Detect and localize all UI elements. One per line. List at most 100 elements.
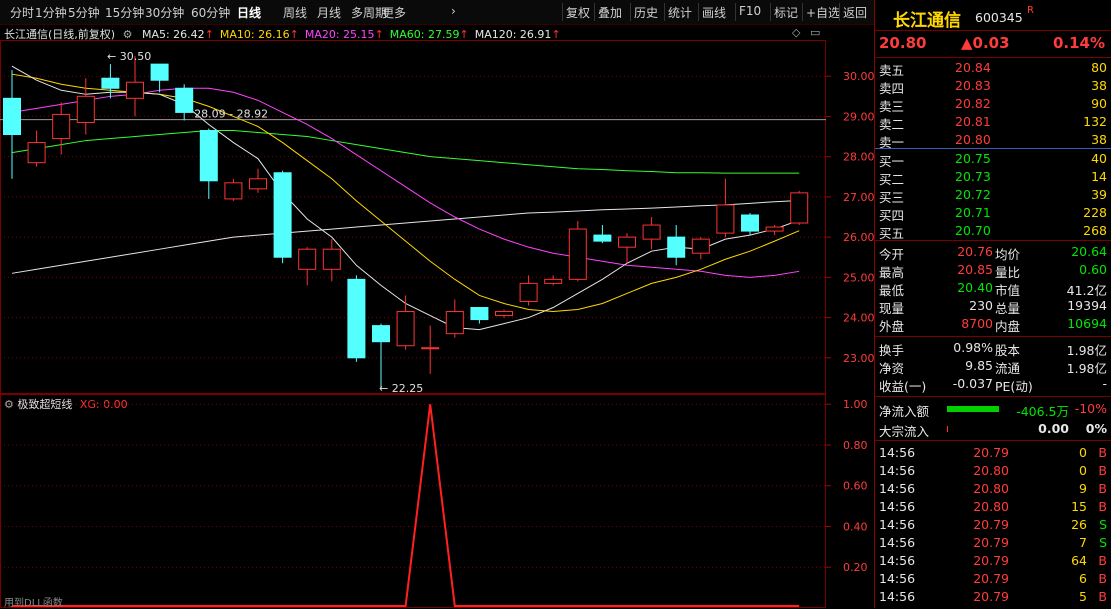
tick-time: 14:56 (879, 499, 916, 514)
stats-row: 今开 20.76 均价 20.64 (875, 243, 1111, 262)
bid-volume: 14 (1091, 169, 1107, 184)
toolbar-button-6[interactable]: 标记 (774, 4, 798, 21)
flow-label: 净流入额 (879, 404, 930, 419)
toolbar-divider (562, 3, 563, 21)
dll-footer: 用到DLL函数 (4, 598, 63, 609)
toolbar-button-3[interactable]: 统计 (668, 4, 692, 21)
stat-value: 20.40 (957, 280, 993, 295)
candle[interactable] (421, 325, 440, 374)
money-flow-row: 净流入额 -406.5万 -10% (875, 400, 1111, 419)
candle[interactable] (175, 84, 194, 121)
candle[interactable] (593, 225, 612, 244)
candle[interactable] (568, 221, 587, 282)
candle[interactable] (322, 239, 341, 282)
toolbar-button-7[interactable]: +自选 (806, 4, 840, 21)
ask-row-3: 卖三 20.82 90 (875, 95, 1111, 114)
tick-row: 14:56 20.79 6 B (875, 570, 1111, 588)
period-tab-1[interactable]: 1分钟 (35, 4, 67, 21)
candle[interactable] (150, 63, 169, 93)
bid-row-5: 买五 20.70 268 (875, 222, 1111, 241)
price-tick-label: 29.00 (843, 110, 874, 123)
candle[interactable] (372, 323, 390, 388)
indicator-tick-label: 0.20 (843, 561, 868, 574)
bid-row-1: 买一 20.75 40 (875, 150, 1111, 169)
candle[interactable] (249, 168, 267, 193)
candle[interactable] (52, 102, 71, 155)
indicator-chart[interactable]: 1.00 0.80 0.60 0.40 0.20 (0, 394, 874, 608)
tick-row: 14:56 20.80 0 B (875, 462, 1111, 480)
tick-row: 14:56 20.80 9 B (875, 480, 1111, 498)
bid-price: 20.71 (955, 205, 991, 220)
bid-price: 20.73 (955, 169, 991, 184)
toolbar-button-4[interactable]: 画线 (702, 4, 726, 21)
candle[interactable] (27, 130, 46, 167)
period-tab-3[interactable]: 15分钟 (105, 4, 144, 21)
candle[interactable] (347, 275, 366, 362)
candle[interactable] (470, 307, 489, 324)
diamond-icon[interactable]: ◇ (792, 26, 800, 39)
candlestick-chart[interactable]: 30.00 29.00 28.00 27.00 26.00 25.00 24.00 23.00… (0, 40, 874, 394)
candle[interactable] (298, 247, 317, 286)
window-icon[interactable]: ▭ (810, 26, 820, 39)
candle[interactable] (618, 233, 636, 264)
ma5-line (11, 65, 800, 331)
toolbar-divider (594, 3, 595, 21)
stock-code: 600345 (975, 10, 1023, 25)
toolbar-divider (630, 3, 631, 21)
tick-side: B (1098, 499, 1107, 514)
candle[interactable] (495, 309, 513, 318)
period-tab-4[interactable]: 30分钟 (145, 4, 184, 21)
toolbar-button-2[interactable]: 历史 (634, 4, 658, 21)
period-tab-8[interactable]: 月线 (317, 4, 341, 21)
candle[interactable] (445, 299, 464, 338)
fundamentals-row: 净资 9.85 流通 1.98亿 (875, 357, 1111, 376)
tick-price: 20.80 (973, 481, 1009, 496)
candle[interactable] (199, 128, 218, 199)
candle[interactable] (126, 56, 144, 117)
price-tick-label: 28.00 (843, 151, 874, 164)
period-tab-0[interactable]: 分时 (10, 4, 34, 21)
ask-volume: 38 (1091, 132, 1107, 147)
candle[interactable] (273, 170, 292, 264)
tick-time: 14:56 (879, 535, 916, 550)
more-chevron-icon[interactable]: › (451, 4, 456, 18)
stat-label: 外盘 (879, 319, 905, 334)
fundamentals-row: 收益(一) -0.037 PE(动) - (875, 375, 1111, 394)
period-tab-2[interactable]: 5分钟 (68, 4, 100, 21)
toolbar-button-0[interactable]: 复权 (566, 4, 590, 21)
candle[interactable] (224, 178, 243, 201)
candle[interactable] (716, 178, 735, 238)
candle[interactable] (519, 275, 538, 306)
flow-label: 大宗流入 (879, 424, 930, 439)
toolbar-divider (839, 3, 840, 21)
candle[interactable] (691, 237, 710, 260)
period-tab-6[interactable]: 日线 (237, 4, 261, 21)
stat-label: 内盘 (995, 319, 1021, 334)
tick-price: 20.80 (973, 463, 1009, 478)
period-tab-10[interactable]: 更多 (382, 4, 406, 21)
stats-row: 最低 20.40 市值 41.2亿 (875, 279, 1111, 298)
stat-value: 19394 (1067, 298, 1107, 313)
toolbar-button-1[interactable]: 叠加 (598, 4, 622, 21)
toolbar-button-8[interactable]: 返回 (843, 4, 867, 21)
candle[interactable] (76, 78, 95, 135)
candle[interactable] (741, 212, 759, 236)
toolbar-button-5[interactable]: F10 (739, 4, 761, 18)
panel-divider (875, 440, 1111, 441)
candle[interactable] (667, 225, 686, 266)
period-tab-5[interactable]: 60分钟 (191, 4, 230, 21)
period-tab-7[interactable]: 周线 (283, 4, 307, 21)
fund-label: PE(动) (995, 379, 1033, 394)
candle[interactable] (544, 275, 563, 286)
stats-row: 现量 230 总量 19394 (875, 297, 1111, 316)
tick-price: 20.79 (973, 553, 1009, 568)
candle[interactable] (3, 70, 21, 179)
candle[interactable] (642, 217, 661, 250)
bid-row-4: 买四 20.71 228 (875, 204, 1111, 223)
last-price: 20.80 (879, 34, 927, 52)
candle[interactable] (396, 295, 415, 350)
price-row: 20.80 ▲0.03 0.14% (875, 33, 1111, 55)
stat-value: 230 (969, 298, 993, 313)
candle[interactable] (790, 190, 809, 226)
ask-row-1: 卖一 20.80 38 (875, 131, 1111, 150)
